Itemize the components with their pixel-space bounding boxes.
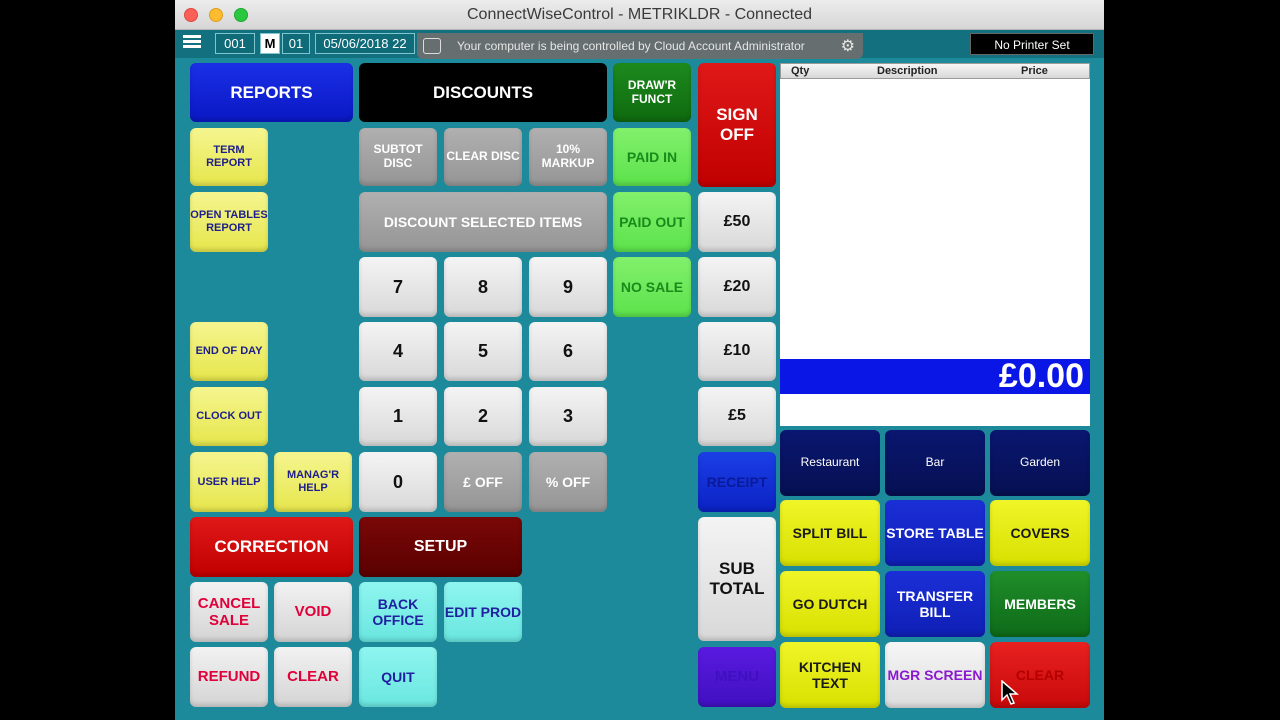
receipt-item-list[interactable] — [780, 79, 1090, 359]
store-table-button[interactable]: STORE TABLE — [885, 500, 985, 566]
remote-control-message: Your computer is being controlled by Clo… — [457, 39, 805, 53]
total-display: £0.00 — [780, 359, 1090, 394]
total-sub-area — [780, 394, 1090, 426]
keypad-5[interactable]: 5 — [444, 322, 522, 381]
keypad-6[interactable]: 6 — [529, 322, 607, 381]
cancel-sale-button[interactable]: CANCEL SALE — [190, 582, 268, 642]
clerk-number: 01 — [282, 33, 310, 54]
percent-off-button[interactable]: % OFF — [529, 452, 607, 512]
sign-off-button[interactable]: SIGN OFF — [698, 63, 776, 187]
manager-help-button[interactable]: MANAG'R HELP — [274, 452, 352, 512]
keypad-9[interactable]: 9 — [529, 257, 607, 317]
tender-10-button[interactable]: £10 — [698, 322, 776, 381]
quit-button[interactable]: QUIT — [359, 647, 437, 707]
term-report-button[interactable]: TERM REPORT — [190, 128, 268, 186]
receipt-header: Qty Description Price — [780, 63, 1090, 79]
remote-window: ConnectWiseControl - METRIKLDR - Connect… — [175, 0, 1104, 720]
window-title: ConnectWiseControl - METRIKLDR - Connect… — [466, 6, 812, 23]
terminal-number: 001 — [215, 33, 255, 54]
back-office-button[interactable]: BACK OFFICE — [359, 582, 437, 642]
column-description: Description — [877, 65, 938, 77]
setup-button[interactable]: SETUP — [359, 517, 522, 577]
transfer-bill-button[interactable]: TRANSFER BILL — [885, 571, 985, 637]
column-price: Price — [1021, 65, 1048, 77]
clear-button-left[interactable]: CLEAR — [274, 647, 352, 707]
sub-total-button[interactable]: SUB TOTAL — [698, 517, 776, 641]
keypad-0[interactable]: 0 — [359, 452, 437, 512]
mode-indicator: M — [260, 33, 280, 54]
keypad-1[interactable]: 1 — [359, 387, 437, 446]
area-restaurant-button[interactable]: Restaurant — [780, 430, 880, 496]
split-bill-button[interactable]: SPLIT BILL — [780, 500, 880, 566]
keypad-8[interactable]: 8 — [444, 257, 522, 317]
end-of-day-button[interactable]: END OF DAY — [190, 322, 268, 381]
tender-5-button[interactable]: £5 — [698, 387, 776, 446]
void-button[interactable]: VOID — [274, 582, 352, 642]
go-dutch-button[interactable]: GO DUTCH — [780, 571, 880, 637]
date-time: 05/06/2018 22 — [315, 33, 415, 54]
keypad-3[interactable]: 3 — [529, 387, 607, 446]
clock-out-button[interactable]: CLOCK OUT — [190, 387, 268, 446]
kitchen-text-button[interactable]: KITCHEN TEXT — [780, 642, 880, 708]
no-sale-button[interactable]: NO SALE — [613, 257, 691, 317]
area-garden-button[interactable]: Garden — [990, 430, 1090, 496]
user-help-button[interactable]: USER HELP — [190, 452, 268, 512]
keypad-7[interactable]: 7 — [359, 257, 437, 317]
tender-50-button[interactable]: £50 — [698, 192, 776, 252]
discount-selected-items-button[interactable]: DISCOUNT SELECTED ITEMS — [359, 192, 607, 252]
printer-status: No Printer Set — [970, 33, 1094, 55]
gear-icon[interactable]: ⚙ — [841, 34, 855, 60]
area-bar-button[interactable]: Bar — [885, 430, 985, 496]
remote-control-banner: Your computer is being controlled by Clo… — [417, 33, 863, 59]
menu-button[interactable]: MENU — [698, 647, 776, 707]
clear-discount-button[interactable]: CLEAR DISC — [444, 128, 522, 186]
receipt-button[interactable]: RECEIPT — [698, 452, 776, 512]
pound-off-button[interactable]: £ OFF — [444, 452, 522, 512]
column-qty: Qty — [791, 65, 810, 77]
covers-button[interactable]: COVERS — [990, 500, 1090, 566]
open-tables-report-button[interactable]: OPEN TABLES REPORT — [190, 192, 268, 252]
manager-screen-button[interactable]: MGR SCREEN — [885, 642, 985, 708]
mouse-cursor-icon — [1001, 680, 1020, 705]
markup-button[interactable]: 10% MARKUP — [529, 128, 607, 186]
keypad-2[interactable]: 2 — [444, 387, 522, 446]
edit-product-button[interactable]: EDIT PROD — [444, 582, 522, 642]
keypad-4[interactable]: 4 — [359, 322, 437, 381]
tender-20-button[interactable]: £20 — [698, 257, 776, 317]
discounts-button[interactable]: DISCOUNTS — [359, 63, 607, 122]
paid-in-button[interactable]: PAID IN — [613, 128, 691, 186]
correction-button[interactable]: CORRECTION — [190, 517, 353, 577]
keyboard-icon[interactable] — [183, 35, 201, 51]
subtotal-discount-button[interactable]: SUBTOT DISC — [359, 128, 437, 186]
refund-button[interactable]: REFUND — [190, 647, 268, 707]
members-button[interactable]: MEMBERS — [990, 571, 1090, 637]
drawer-function-button[interactable]: DRAW'R FUNCT — [613, 63, 691, 122]
remote-session-icon[interactable] — [423, 38, 441, 54]
reports-button[interactable]: REPORTS — [190, 63, 353, 122]
title-bar: ConnectWiseControl - METRIKLDR - Connect… — [175, 0, 1104, 30]
paid-out-button[interactable]: PAID OUT — [613, 192, 691, 252]
